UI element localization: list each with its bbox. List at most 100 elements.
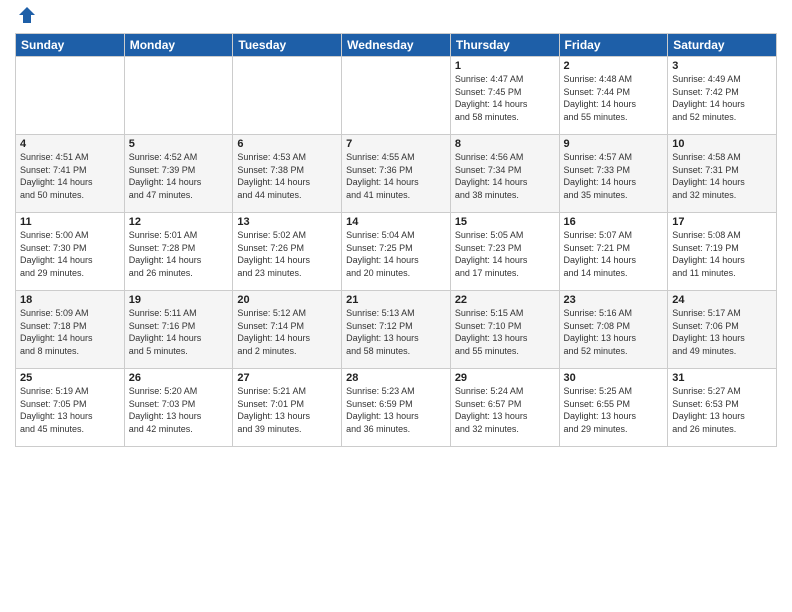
day-cell: 8Sunrise: 4:56 AM Sunset: 7:34 PM Daylig… xyxy=(450,135,559,213)
day-cell: 18Sunrise: 5:09 AM Sunset: 7:18 PM Dayli… xyxy=(16,291,125,369)
day-number: 30 xyxy=(564,372,664,384)
day-number: 31 xyxy=(672,372,772,384)
day-number: 19 xyxy=(129,294,229,306)
day-info: Sunrise: 4:51 AM Sunset: 7:41 PM Dayligh… xyxy=(20,151,120,201)
day-info: Sunrise: 5:19 AM Sunset: 7:05 PM Dayligh… xyxy=(20,385,120,435)
day-info: Sunrise: 5:01 AM Sunset: 7:28 PM Dayligh… xyxy=(129,229,229,279)
day-number: 16 xyxy=(564,216,664,228)
day-number: 18 xyxy=(20,294,120,306)
day-number: 29 xyxy=(455,372,555,384)
day-number: 8 xyxy=(455,138,555,150)
day-cell: 29Sunrise: 5:24 AM Sunset: 6:57 PM Dayli… xyxy=(450,369,559,447)
day-cell xyxy=(233,57,342,135)
logo-icon xyxy=(17,5,37,25)
week-row-1: 4Sunrise: 4:51 AM Sunset: 7:41 PM Daylig… xyxy=(16,135,777,213)
weekday-header-friday: Friday xyxy=(559,34,668,57)
day-cell: 17Sunrise: 5:08 AM Sunset: 7:19 PM Dayli… xyxy=(668,213,777,291)
day-number: 1 xyxy=(455,60,555,72)
day-info: Sunrise: 5:23 AM Sunset: 6:59 PM Dayligh… xyxy=(346,385,446,435)
day-info: Sunrise: 5:17 AM Sunset: 7:06 PM Dayligh… xyxy=(672,307,772,357)
day-cell: 1Sunrise: 4:47 AM Sunset: 7:45 PM Daylig… xyxy=(450,57,559,135)
day-cell: 10Sunrise: 4:58 AM Sunset: 7:31 PM Dayli… xyxy=(668,135,777,213)
day-info: Sunrise: 5:16 AM Sunset: 7:08 PM Dayligh… xyxy=(564,307,664,357)
day-info: Sunrise: 4:57 AM Sunset: 7:33 PM Dayligh… xyxy=(564,151,664,201)
day-cell: 14Sunrise: 5:04 AM Sunset: 7:25 PM Dayli… xyxy=(342,213,451,291)
day-number: 13 xyxy=(237,216,337,228)
weekday-header-wednesday: Wednesday xyxy=(342,34,451,57)
day-number: 4 xyxy=(20,138,120,150)
day-cell: 3Sunrise: 4:49 AM Sunset: 7:42 PM Daylig… xyxy=(668,57,777,135)
day-cell: 11Sunrise: 5:00 AM Sunset: 7:30 PM Dayli… xyxy=(16,213,125,291)
day-cell: 5Sunrise: 4:52 AM Sunset: 7:39 PM Daylig… xyxy=(124,135,233,213)
day-cell: 6Sunrise: 4:53 AM Sunset: 7:38 PM Daylig… xyxy=(233,135,342,213)
day-info: Sunrise: 5:04 AM Sunset: 7:25 PM Dayligh… xyxy=(346,229,446,279)
day-cell: 19Sunrise: 5:11 AM Sunset: 7:16 PM Dayli… xyxy=(124,291,233,369)
day-number: 26 xyxy=(129,372,229,384)
calendar-container: SundayMondayTuesdayWednesdayThursdayFrid… xyxy=(0,0,792,452)
weekday-header-thursday: Thursday xyxy=(450,34,559,57)
day-number: 11 xyxy=(20,216,120,228)
day-number: 27 xyxy=(237,372,337,384)
weekday-header-monday: Monday xyxy=(124,34,233,57)
day-number: 3 xyxy=(672,60,772,72)
weekday-header-row: SundayMondayTuesdayWednesdayThursdayFrid… xyxy=(16,34,777,57)
day-number: 2 xyxy=(564,60,664,72)
day-cell: 22Sunrise: 5:15 AM Sunset: 7:10 PM Dayli… xyxy=(450,291,559,369)
day-cell: 30Sunrise: 5:25 AM Sunset: 6:55 PM Dayli… xyxy=(559,369,668,447)
weekday-header-saturday: Saturday xyxy=(668,34,777,57)
day-number: 25 xyxy=(20,372,120,384)
day-info: Sunrise: 4:58 AM Sunset: 7:31 PM Dayligh… xyxy=(672,151,772,201)
day-cell: 15Sunrise: 5:05 AM Sunset: 7:23 PM Dayli… xyxy=(450,213,559,291)
day-info: Sunrise: 5:08 AM Sunset: 7:19 PM Dayligh… xyxy=(672,229,772,279)
day-number: 14 xyxy=(346,216,446,228)
day-number: 10 xyxy=(672,138,772,150)
day-info: Sunrise: 5:15 AM Sunset: 7:10 PM Dayligh… xyxy=(455,307,555,357)
day-info: Sunrise: 5:05 AM Sunset: 7:23 PM Dayligh… xyxy=(455,229,555,279)
day-info: Sunrise: 4:56 AM Sunset: 7:34 PM Dayligh… xyxy=(455,151,555,201)
day-number: 7 xyxy=(346,138,446,150)
day-info: Sunrise: 4:47 AM Sunset: 7:45 PM Dayligh… xyxy=(455,73,555,123)
week-row-4: 25Sunrise: 5:19 AM Sunset: 7:05 PM Dayli… xyxy=(16,369,777,447)
day-number: 6 xyxy=(237,138,337,150)
day-number: 17 xyxy=(672,216,772,228)
day-cell: 25Sunrise: 5:19 AM Sunset: 7:05 PM Dayli… xyxy=(16,369,125,447)
day-cell: 7Sunrise: 4:55 AM Sunset: 7:36 PM Daylig… xyxy=(342,135,451,213)
day-info: Sunrise: 5:25 AM Sunset: 6:55 PM Dayligh… xyxy=(564,385,664,435)
day-info: Sunrise: 4:48 AM Sunset: 7:44 PM Dayligh… xyxy=(564,73,664,123)
day-number: 12 xyxy=(129,216,229,228)
day-number: 5 xyxy=(129,138,229,150)
week-row-2: 11Sunrise: 5:00 AM Sunset: 7:30 PM Dayli… xyxy=(16,213,777,291)
header xyxy=(15,10,777,25)
day-info: Sunrise: 5:11 AM Sunset: 7:16 PM Dayligh… xyxy=(129,307,229,357)
day-info: Sunrise: 5:07 AM Sunset: 7:21 PM Dayligh… xyxy=(564,229,664,279)
day-info: Sunrise: 4:55 AM Sunset: 7:36 PM Dayligh… xyxy=(346,151,446,201)
day-cell: 28Sunrise: 5:23 AM Sunset: 6:59 PM Dayli… xyxy=(342,369,451,447)
day-info: Sunrise: 4:52 AM Sunset: 7:39 PM Dayligh… xyxy=(129,151,229,201)
day-number: 9 xyxy=(564,138,664,150)
day-cell: 4Sunrise: 4:51 AM Sunset: 7:41 PM Daylig… xyxy=(16,135,125,213)
day-number: 22 xyxy=(455,294,555,306)
day-info: Sunrise: 4:53 AM Sunset: 7:38 PM Dayligh… xyxy=(237,151,337,201)
weekday-header-sunday: Sunday xyxy=(16,34,125,57)
day-cell: 12Sunrise: 5:01 AM Sunset: 7:28 PM Dayli… xyxy=(124,213,233,291)
day-info: Sunrise: 5:24 AM Sunset: 6:57 PM Dayligh… xyxy=(455,385,555,435)
day-info: Sunrise: 5:12 AM Sunset: 7:14 PM Dayligh… xyxy=(237,307,337,357)
day-number: 28 xyxy=(346,372,446,384)
logo xyxy=(15,10,37,25)
day-info: Sunrise: 5:27 AM Sunset: 6:53 PM Dayligh… xyxy=(672,385,772,435)
day-cell: 26Sunrise: 5:20 AM Sunset: 7:03 PM Dayli… xyxy=(124,369,233,447)
day-info: Sunrise: 4:49 AM Sunset: 7:42 PM Dayligh… xyxy=(672,73,772,123)
day-cell: 2Sunrise: 4:48 AM Sunset: 7:44 PM Daylig… xyxy=(559,57,668,135)
day-cell xyxy=(124,57,233,135)
day-cell: 21Sunrise: 5:13 AM Sunset: 7:12 PM Dayli… xyxy=(342,291,451,369)
day-number: 15 xyxy=(455,216,555,228)
day-cell: 13Sunrise: 5:02 AM Sunset: 7:26 PM Dayli… xyxy=(233,213,342,291)
day-cell: 20Sunrise: 5:12 AM Sunset: 7:14 PM Dayli… xyxy=(233,291,342,369)
day-cell: 23Sunrise: 5:16 AM Sunset: 7:08 PM Dayli… xyxy=(559,291,668,369)
day-info: Sunrise: 5:20 AM Sunset: 7:03 PM Dayligh… xyxy=(129,385,229,435)
calendar-table: SundayMondayTuesdayWednesdayThursdayFrid… xyxy=(15,33,777,447)
day-info: Sunrise: 5:02 AM Sunset: 7:26 PM Dayligh… xyxy=(237,229,337,279)
day-cell: 27Sunrise: 5:21 AM Sunset: 7:01 PM Dayli… xyxy=(233,369,342,447)
week-row-3: 18Sunrise: 5:09 AM Sunset: 7:18 PM Dayli… xyxy=(16,291,777,369)
day-info: Sunrise: 5:09 AM Sunset: 7:18 PM Dayligh… xyxy=(20,307,120,357)
